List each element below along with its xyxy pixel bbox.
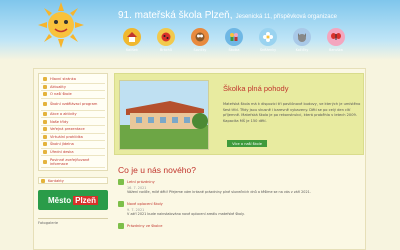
sidebar-item[interactable]: Hlavní stránka [41,76,105,84]
sidebar-item[interactable]: Školní jídelna [41,141,105,149]
bullet-icon [43,77,47,82]
nav-label: Sovičky [193,48,207,52]
bullet-icon [43,102,47,107]
news-item-text: Vážení rodiče, milé děti! Přejeme vám kr… [127,190,311,194]
city-banner[interactable]: Město Plzeň [38,190,108,211]
header: 91. mateřská škola Plzeň, Jesenická 11, … [0,0,400,60]
content-wrapper: Hlavní stránka Aktuality O naší škole Šk… [33,68,366,250]
nav-item-skolka[interactable]: Školka [220,28,248,52]
news-icon [118,201,124,207]
sidebar-item[interactable]: Veřejná prezentace [41,126,105,134]
news-item: Prázdniny ve školce [118,223,364,229]
bullet-icon [41,178,45,183]
nav-label: Bráchů [160,48,172,52]
sidebar-item-label: Veřejná prezentace [50,127,85,132]
sidebar-item-label: O naší škole [50,92,72,97]
bullet-icon [43,112,47,117]
nav-item-snezenky[interactable]: Sněženky [254,28,282,52]
house-icon [123,28,141,46]
sidebar-item-label: Školní jídelna [50,142,74,147]
nav-item-kocicky[interactable]: Kočičky [288,28,316,52]
butterfly-icon [327,28,345,46]
news-section-title: Co je u nás nového? [118,165,196,175]
site-title[interactable]: 91. mateřská škola Plzeň, Jesenická 11, … [118,10,337,21]
sidebar-item[interactable]: Aktuality [41,84,105,92]
site-title-main: 91. mateřská škola Plzeň, [118,10,233,21]
sidebar-footer-label: Fotogalerie [38,218,108,228]
ladybug-icon [157,28,175,46]
sidebar-item[interactable]: Úřední deska [41,149,105,157]
sidebar-item-label: Aktuality [50,84,66,89]
news-item-text: V září 2021 bude nainstalováno nové oplo… [127,212,245,216]
children-icon [225,28,243,46]
sidebar-item[interactable]: Virtuální prohlídka [41,134,105,142]
news-list: Letní prázdniny 16. 7. 2021 Vážení rodič… [118,179,364,235]
sidebar-menu: Hlavní stránka Aktuality O naší škole Šk… [38,73,108,172]
sidebar-item-label: Virtuální prohlídka [50,134,83,139]
news-item-title[interactable]: Prázdniny ve školce [127,224,162,228]
more-about-school-button[interactable]: Více o naší škole [227,140,267,147]
news-item-title[interactable]: Nové oplocení školy [127,202,163,206]
nav-item-kalisek[interactable]: Kalíšek [118,28,146,52]
sidebar-item[interactable]: Povinné zveřejňované informace [41,156,105,169]
news-item-title[interactable]: Letní prázdniny [127,180,155,184]
bullet-icon [43,119,47,124]
site-title-sub: Jesenická 11, příspěvková organizace [235,14,337,20]
bullet-icon [43,92,47,97]
bullet-icon [43,150,47,155]
bullet-icon [43,134,47,139]
sun-logo-icon[interactable] [38,2,84,48]
sidebar-item-label: Akce a aktivity [50,112,77,117]
bullet-icon [43,159,47,164]
sidebar-item[interactable]: Naše třídy [41,118,105,126]
top-nav: Kalíšek Bráchů Sovičky Školka Sněženky K… [118,28,350,52]
city-banner-word1: Město [47,195,72,205]
news-item: Nové oplocení školy 9. 7. 2021 V září 20… [118,201,364,217]
nav-label: Kalíšek [126,48,138,52]
news-icon [118,223,124,229]
cat-icon [293,28,311,46]
sidebar-item-label: Školní vzdělávací program [50,102,98,107]
sidebar-item[interactable]: O naší škole [41,91,105,99]
nav-item-brachu[interactable]: Bráchů [152,28,180,52]
feature-title: Školka plná pohody [223,84,289,93]
sidebar-item-label: Úřední deska [50,150,74,155]
school-building-photo [119,80,209,150]
flower-icon [259,28,277,46]
sidebar-item-label: Povinné zveřejňované informace [50,157,90,166]
bullet-icon [43,142,47,147]
city-banner-word2: Plzeň [73,195,99,205]
sidebar-item-contacts[interactable]: Kontakty [38,177,108,185]
news-item: Letní prázdniny 16. 7. 2021 Vážení rodič… [118,179,364,195]
owl-icon [191,28,209,46]
bullet-icon [43,84,47,89]
bullet-icon [43,127,47,132]
sidebar-item[interactable]: Akce a aktivity [41,111,105,119]
news-icon [118,179,124,185]
nav-item-sovicky[interactable]: Sovičky [186,28,214,52]
sidebar-item[interactable]: Školní vzdělávací program [41,99,105,111]
nav-label: Školka [228,48,240,52]
sidebar-item-label: Hlavní stránka [50,77,76,82]
nav-label: Kočičky [295,48,309,52]
nav-label: Sněženky [259,48,277,52]
nav-item-beruska[interactable]: Beruška [322,28,350,52]
nav-label: Beruška [329,48,343,52]
feature-text: Mateřská škola má k dispozici tři paviló… [223,102,361,123]
featured-box: Školka plná pohody Mateřská škola má k d… [114,73,364,155]
sidebar-item-label: Naše třídy [50,119,69,124]
sidebar: Hlavní stránka Aktuality O naší škole Šk… [38,73,108,228]
contacts-label: Kontakty [48,178,64,183]
